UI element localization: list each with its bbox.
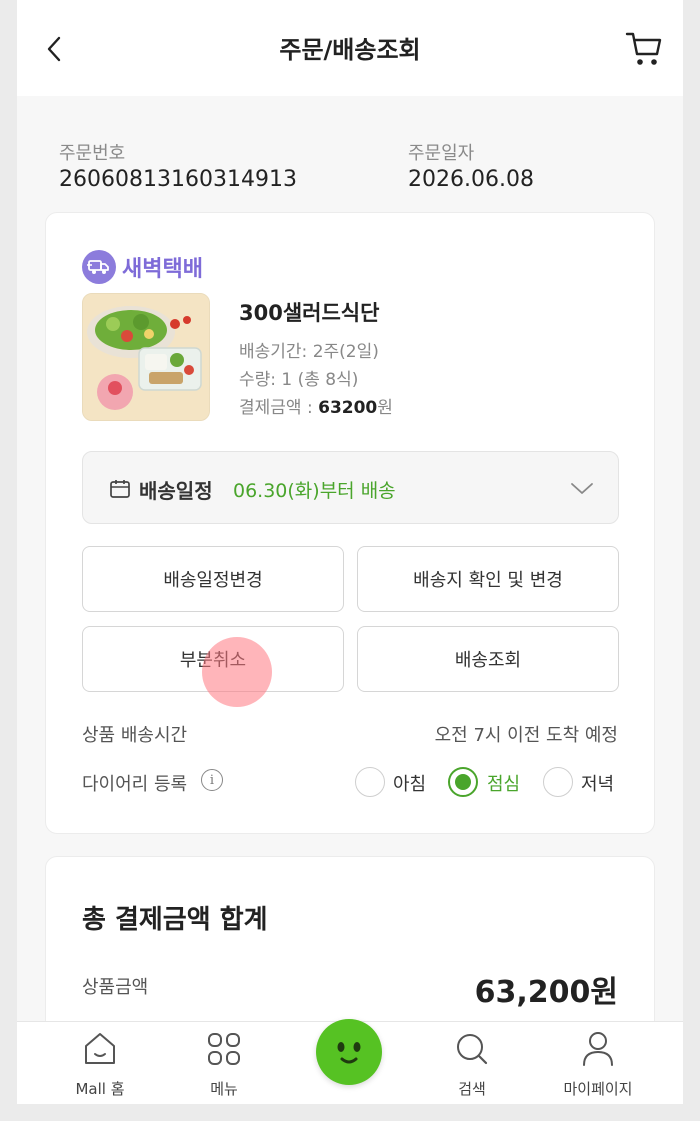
delivery-time-label: 상품 배송시간 — [82, 725, 188, 746]
delivery-type-label: 새벽택배 — [122, 257, 203, 282]
radio-breakfast-label: 아침 — [393, 774, 427, 795]
product-quantity: 수량: 1 (총 8식) — [239, 370, 359, 390]
nav-mypage-label: 마이페이지 — [563, 1080, 633, 1098]
bottom-navigation: Mall 홈 메뉴 검색 마이페이지 — [17, 1019, 683, 1104]
menu-grid-icon — [208, 1033, 240, 1065]
product-image[interactable] — [82, 293, 210, 421]
search-icon — [457, 1034, 488, 1065]
user-icon — [583, 1032, 613, 1066]
radio-dinner-label: 저녁 — [581, 774, 615, 795]
order-number-label: 주문번호 — [59, 143, 126, 164]
order-date: 2026.06.08 — [408, 167, 534, 192]
header: 주문/배송조회 — [17, 0, 683, 96]
home-icon — [85, 1033, 115, 1064]
product-name: 300샐러드식단 — [239, 301, 380, 325]
payment-value: 63200 — [318, 398, 378, 418]
center-mascot-button[interactable] — [316, 1019, 382, 1085]
nav-mall-home-label: Mall 홈 — [75, 1080, 125, 1098]
calendar-icon — [110, 480, 130, 498]
product-amount-value: 63,200원 — [474, 975, 618, 1010]
nav-search-label: 검색 — [458, 1080, 486, 1098]
product-amount-label: 상품금액 — [82, 977, 149, 998]
order-number: 26060813160314913 — [59, 167, 297, 192]
schedule-label: 배송일정 — [139, 479, 213, 503]
cart-icon[interactable] — [625, 28, 663, 68]
delivery-time-value: 오전 7시 이전 도착 예정 — [434, 725, 618, 746]
payment-prefix: 결제금액 : — [239, 398, 319, 418]
radio-breakfast[interactable] — [355, 767, 385, 797]
order-tracking-screen: 주문/배송조회 주문번호 26060813160314913 주문일자 2026… — [17, 0, 683, 1104]
diary-label: 다이어리 등록 — [82, 774, 188, 795]
address-button[interactable]: 배송지 확인 및 변경 — [357, 546, 619, 612]
nav-menu[interactable]: 메뉴 — [169, 1030, 279, 1099]
order-item-card: 새벽택배 300샐러드식단 배송기간: 2주(2일) 수량: 1 (총 8식) … — [45, 212, 655, 834]
delivery-type-badge: 새벽택배 — [82, 249, 203, 285]
radio-lunch-label: 점심 — [487, 774, 521, 795]
total-title: 총 결제금액 합계 — [82, 905, 268, 935]
delivery-truck-icon — [82, 250, 116, 284]
payment-amount: 결제금액 : 63200원 — [239, 393, 393, 418]
nav-mall-home[interactable]: Mall 홈 — [45, 1030, 155, 1099]
delivery-period: 배송기간: 2주(2일) — [239, 342, 379, 362]
page-title: 주문/배송조회 — [279, 36, 421, 64]
delivery-schedule-toggle[interactable]: 배송일정 06.30(화)부터 배송 — [82, 451, 619, 524]
order-date-label: 주문일자 — [408, 143, 475, 164]
nav-menu-label: 메뉴 — [210, 1080, 238, 1098]
tracking-button[interactable]: 배송조회 — [357, 626, 619, 692]
nav-search[interactable]: 검색 — [417, 1030, 527, 1099]
touch-indicator — [202, 637, 272, 707]
payment-unit: 원 — [377, 398, 393, 418]
radio-dinner[interactable] — [543, 767, 573, 797]
smile-face-icon — [337, 1042, 361, 1064]
change-schedule-button[interactable]: 배송일정변경 — [82, 546, 344, 612]
radio-lunch[interactable] — [448, 767, 478, 797]
schedule-value: 06.30(화)부터 배송 — [233, 480, 396, 502]
chevron-down-icon — [571, 483, 593, 494]
info-icon[interactable]: i — [201, 769, 223, 791]
nav-mypage[interactable]: 마이페이지 — [543, 1030, 653, 1099]
